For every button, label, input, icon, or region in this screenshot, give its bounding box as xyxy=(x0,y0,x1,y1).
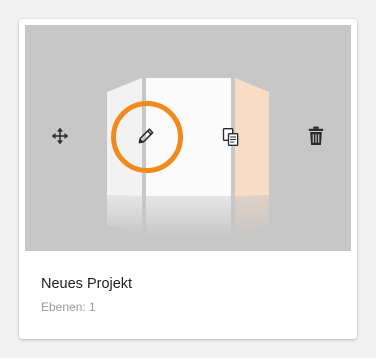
project-layers-count: Ebenen: 1 xyxy=(41,300,96,314)
edit-button[interactable] xyxy=(126,116,166,156)
pencil-icon xyxy=(138,128,154,144)
project-preview[interactable] xyxy=(25,25,351,251)
move-arrows-icon xyxy=(51,127,69,145)
project-title[interactable]: Neues Projekt xyxy=(41,275,132,293)
move-button[interactable] xyxy=(40,116,80,156)
project-info: Neues Projekt Ebenen: 1 xyxy=(41,275,132,315)
project-card[interactable]: Neues Projekt Ebenen: 1 xyxy=(19,19,357,339)
copy-icon xyxy=(222,128,239,146)
duplicate-button[interactable] xyxy=(211,117,251,157)
trash-icon xyxy=(308,126,324,145)
delete-button[interactable] xyxy=(296,116,336,156)
